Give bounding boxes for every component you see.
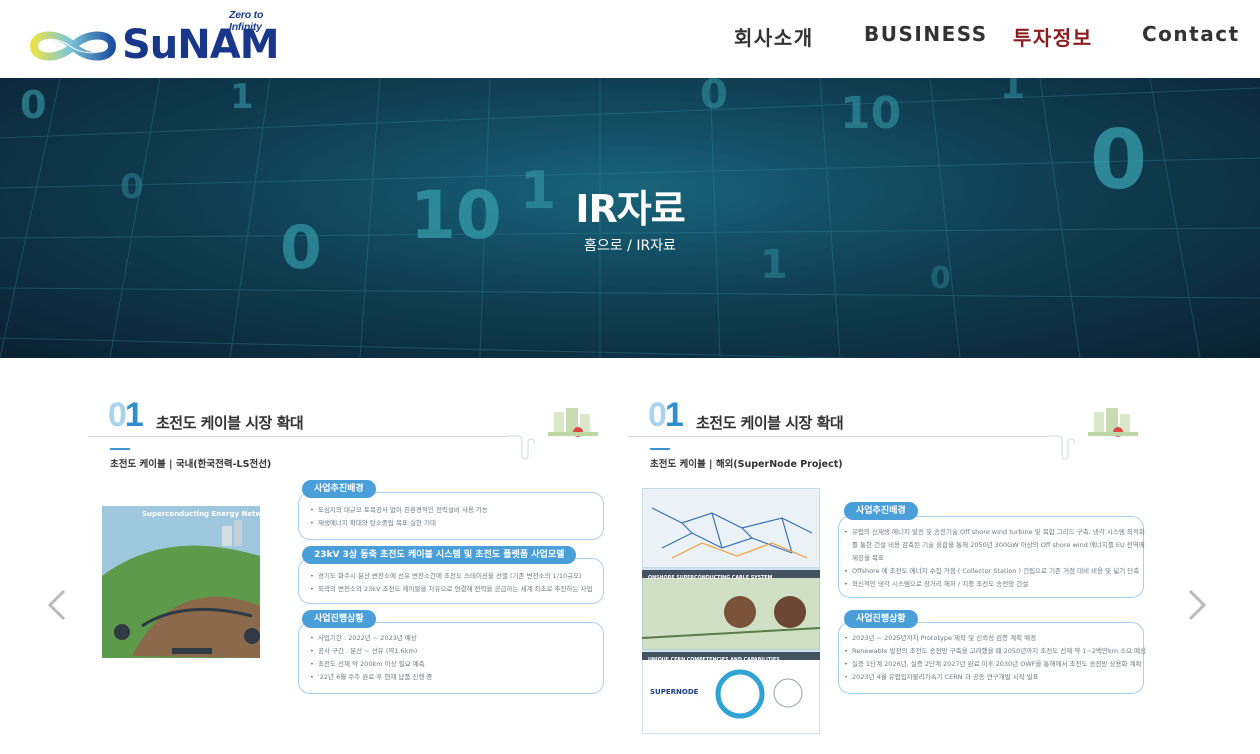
image-caption: ONSHORE SUPERCONDUCTING CABLE SYSTEM (648, 576, 773, 581)
bullet-item: • 사업기간 : 2022년 ~ 2023년 예상 (310, 634, 417, 642)
energy-network-illustration (102, 506, 260, 658)
slide-number: 01 (648, 396, 684, 434)
page-title: IR자료 (575, 187, 685, 231)
nav-item-company[interactable]: 회사소개 (734, 22, 814, 51)
slide-number: 01 (108, 396, 144, 434)
section-label: 사업진행상황 (844, 610, 918, 628)
slide-title: 초전도 케이블 시장 확대 (696, 414, 844, 432)
carousel-next-arrow-icon[interactable] (1185, 588, 1209, 622)
bullet-item: • 2023년 4월 유럽입자물리가속기 CERN 과 공동 연구개발 시작 발… (844, 673, 1039, 681)
city-illustration-icon (1048, 408, 1138, 460)
section-label: 사업추진배경 (844, 502, 918, 520)
breadcrumb-separator: / (627, 238, 632, 254)
bullet-item: • 외곽의 변전소와 23kV 초전도 케이블을 자유으로 연결해 전력을 공급… (310, 585, 593, 593)
image-caption: Superconducting Energy Network (142, 510, 275, 518)
breadcrumb-current: IR자료 (636, 238, 676, 254)
city-illustration-icon (508, 408, 598, 460)
bullet-item: • 공사 구간 : 분산 ~ 선유 (약1.6km) (310, 647, 418, 655)
bullet-item: 제공을 목표 (852, 554, 884, 562)
divider (88, 436, 508, 437)
bullet-item: • 재생에너지 확대와 탄소중립 목표 실현 기대 (310, 519, 436, 527)
site-header: Zero to Infinity SuNAM 회사소개 BUSINESS 투자정… (0, 0, 1260, 78)
bullet-item: • Renewable 발전의 초전도 송전망 구축을 고려했을 때 2050년… (844, 647, 1147, 655)
bullet-item: • 도심지의 대규모 토목공사 없이 친환경적인 전력설비 사용 가능 (310, 506, 488, 514)
bullet-item: 를 통한 건설 비용 감축된 기술 융합을 통해 2050년 300GW 이상의… (852, 541, 1145, 549)
image-caption: UNIQUE CERN COMPETENCIES AND CAPABILITIE… (648, 658, 780, 663)
nav-item-investor[interactable]: 투자정보 (1013, 22, 1093, 51)
supernode-logo-text: SUPERNODE (650, 688, 699, 696)
section-label: 사업진행상황 (302, 610, 376, 628)
slide-subtitle: 초전도 케이블 | 해외(SuperNode Project) (650, 459, 843, 470)
bullet-item: • 유럽의 신재생 에너지 발전 및 송전기술 Off shore wind t… (844, 528, 1145, 536)
infinity-logo-icon (29, 31, 117, 61)
breadcrumb-home[interactable]: 홈으로 (584, 238, 623, 254)
section-label: 사업추진배경 (302, 480, 376, 498)
ir-slide-2[interactable]: 01 초전도 케이블 시장 확대 초전도 케이블 | 해외(SuperNode … (628, 396, 1158, 740)
ir-slide-1[interactable]: 01 초전도 케이블 시장 확대 초전도 케이블 | 국내(한국전력-LS전선)… (88, 396, 618, 740)
subtitle-accent (650, 448, 670, 450)
divider (628, 436, 1048, 437)
bullet-item: • Offshore 에 초전도 에너지 수집 거점 ( Collector S… (844, 567, 1140, 575)
bullet-item: • 실증 1단계 2026년, 실증 2단계 2027년 완료 이후 2030년… (844, 660, 1142, 668)
bullet-item: • 초전도 선재 약 200km 이상 필요 예측 (310, 660, 425, 668)
bullet-item: • 2023년 ~ 2025년까지 Prototype 제작 및 신뢰성 검증 … (844, 634, 1037, 642)
nav-item-business[interactable]: BUSINESS (864, 22, 988, 46)
section-label: 23kV 3상 동축 초전도 케이블 시스템 및 초전도 플랫폼 사업모델 (302, 546, 577, 564)
slide-title: 초전도 케이블 시장 확대 (156, 414, 304, 432)
carousel-prev-arrow-icon[interactable] (45, 588, 69, 622)
hero-banner: 0 1 10 0 1 0 10 0 1 0 1 0 IR자료 홈으로 / IR자… (0, 78, 1260, 358)
brand-name: SuNAM (122, 22, 280, 68)
bullet-item: • 혁신적인 냉각 시스템으로 장거리 해저 / 지중 초전도 송전망 건설 (844, 580, 1029, 588)
subtitle-accent (110, 448, 130, 450)
breadcrumb: 홈으로 / IR자료 (0, 235, 1260, 255)
nav-item-contact[interactable]: Contact (1142, 22, 1240, 46)
bullet-item: • '22년 6월 수주 완료 후 현재 납품 진행 중 (310, 673, 433, 681)
bullet-item: • 경기도 화주시 분산 변전소에 선유 변전소간에 초전도 스테이션을 선별 … (310, 572, 582, 580)
slide-subtitle: 초전도 케이블 | 국내(한국전력-LS전선) (110, 459, 272, 470)
brand-logo[interactable]: Zero to Infinity SuNAM (26, 8, 298, 70)
